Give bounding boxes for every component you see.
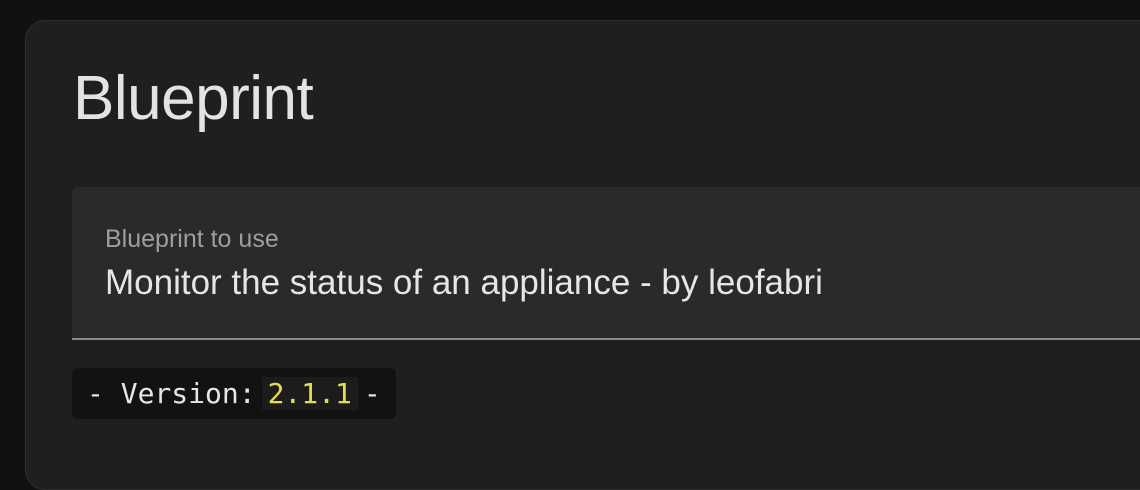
version-suffix: -	[363, 377, 381, 410]
blueprint-select-value: Monitor the status of an appliance - by …	[105, 263, 823, 302]
version-note: - Version: 2.1.1 -	[72, 368, 396, 419]
blueprint-select-label: Blueprint to use	[105, 225, 279, 253]
version-number: 2.1.1	[261, 377, 358, 410]
blueprint-select[interactable]: Blueprint to use Monitor the status of a…	[72, 187, 1140, 340]
card-title: Blueprint	[73, 64, 314, 133]
blueprint-card: Blueprint Blueprint to use Monitor the s…	[25, 20, 1140, 490]
version-prefix: - Version:	[87, 377, 256, 410]
